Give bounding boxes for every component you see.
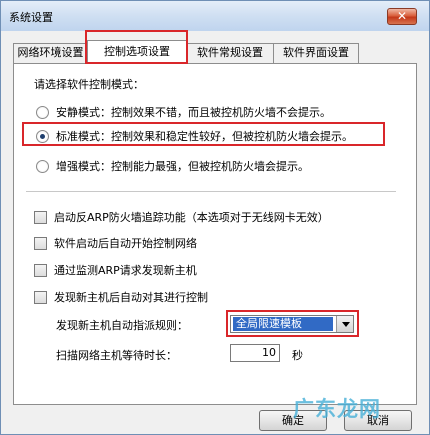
tab-interface-settings[interactable]: 软件界面设置 [273,43,359,63]
mode-option-label: 增强模式：控制能力最强，但被控机防火墙会提示。 [56,160,309,173]
window-title: 系统设置 [9,11,53,24]
option-label: 发现新主机后自动对其进行控制 [54,291,208,304]
option-arp-discovery[interactable]: 通过监测ARP请求发现新主机 [34,262,197,278]
option-anti-arp-tracking[interactable]: 启动反ARP防火墙追踪功能（本选项对于无线网卡无效） [34,209,329,225]
scan-wait-label: 扫描网络主机等待时长： [56,349,177,362]
mode-option-quiet[interactable]: 安静模式：控制效果不错，而且被控机防火墙不会提示。 [36,104,331,120]
watermark-text: 广东龙网 [293,397,381,421]
checkbox-arp-discovery[interactable] [34,263,47,277]
option-label: 软件启动后自动开始控制网络 [54,237,197,250]
tab-general-settings[interactable]: 软件常规设置 [186,43,274,63]
option-label: 通过监测ARP请求发现新主机 [54,264,197,277]
control-options-panel: 请选择软件控制模式： 安静模式：控制效果不错，而且被控机防火墙不会提示。 标准模… [13,63,417,405]
auto-assign-select[interactable]: 全局限速模板 [230,315,354,333]
tab-highlight-box [85,30,188,64]
mode-option-label: 安静模式：控制效果不错，而且被控机防火墙不会提示。 [56,106,331,119]
checkbox-auto-control[interactable] [34,290,47,304]
option-label: 启动反ARP防火墙追踪功能（本选项对于无线网卡无效） [54,211,329,224]
option-auto-control-new-host[interactable]: 发现新主机后自动对其进行控制 [34,289,208,305]
mode-option-enhanced[interactable]: 增强模式：控制能力最强，但被控机防火墙会提示。 [36,158,309,174]
radio-enhanced[interactable] [36,159,49,173]
tab-bar: 网络环境设置 控制选项设置 软件常规设置 软件界面设置 [13,40,413,63]
mode-prompt: 请选择软件控制模式： [34,78,144,91]
title-bar[interactable]: 系统设置 ✕ [1,1,429,31]
radio-standard[interactable] [36,129,49,143]
mode-option-standard[interactable]: 标准模式：控制效果和稳定性较好，但被控机防火墙会提示。 [36,128,353,144]
close-button[interactable]: ✕ [387,8,417,25]
checkbox-anti-arp[interactable] [34,210,47,224]
close-icon: ✕ [396,9,408,23]
tab-network-settings[interactable]: 网络环境设置 [13,43,88,63]
auto-assign-value: 全局限速模板 [233,317,333,331]
chevron-down-icon[interactable] [336,316,353,332]
separator [26,191,396,192]
scan-wait-input[interactable]: 10 [230,344,280,362]
scan-wait-unit: 秒 [292,349,303,362]
radio-quiet[interactable] [36,105,49,119]
option-auto-start-control[interactable]: 软件启动后自动开始控制网络 [34,235,197,251]
settings-window: 系统设置 ✕ 网络环境设置 控制选项设置 软件常规设置 软件界面设置 请选择软件… [0,0,430,435]
mode-option-label: 标准模式：控制效果和稳定性较好，但被控机防火墙会提示。 [56,130,353,143]
auto-assign-label: 发现新主机自动指派规则： [56,319,188,332]
checkbox-auto-start[interactable] [34,236,47,250]
